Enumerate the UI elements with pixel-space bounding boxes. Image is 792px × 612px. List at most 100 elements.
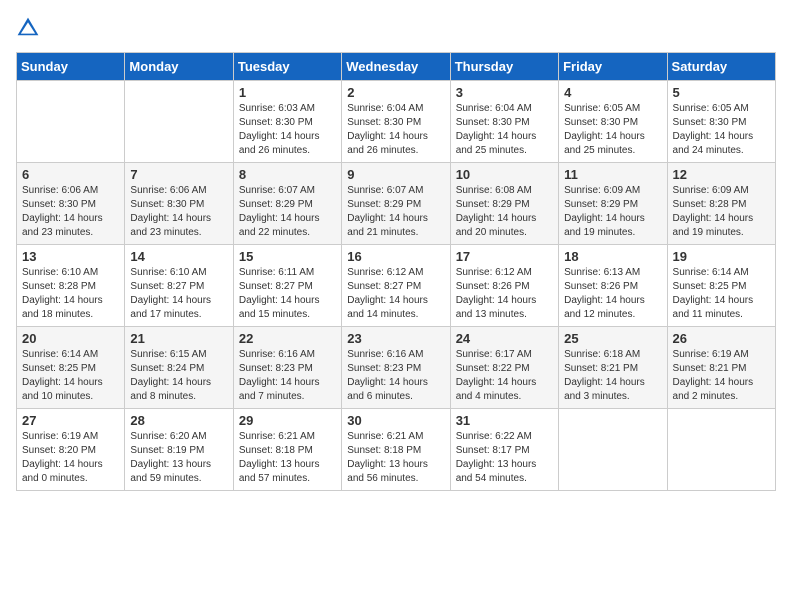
calendar-week-row: 27Sunrise: 6:19 AM Sunset: 8:20 PM Dayli… bbox=[17, 409, 776, 491]
calendar-day-cell: 13 Sunrise: 6:10 AM Sunset: 8:28 PM Dayli… bbox=[17, 245, 125, 327]
day-number: 21 bbox=[130, 331, 227, 346]
logo bbox=[16, 16, 44, 40]
day-info: Sunrise: 6:12 AM Sunset: 8:26 PM Dayligh… bbox=[456, 266, 553, 322]
calendar-day-cell: 28 Sunrise: 6:20 AM Sunset: 8:19 PM Dayli… bbox=[125, 409, 233, 491]
day-number: 26 bbox=[673, 331, 770, 346]
day-info: Sunrise: 6:03 AM Sunset: 8:30 PM Dayligh… bbox=[239, 102, 336, 158]
day-number: 11 bbox=[564, 167, 661, 182]
day-info: Sunrise: 6:22 AM Sunset: 8:17 PM Dayligh… bbox=[456, 430, 553, 486]
calendar-day-cell: 14 Sunrise: 6:10 AM Sunset: 8:27 PM Dayli… bbox=[125, 245, 233, 327]
day-info: Sunrise: 6:16 AM Sunset: 8:23 PM Dayligh… bbox=[239, 348, 336, 404]
day-info: Sunrise: 6:21 AM Sunset: 8:18 PM Dayligh… bbox=[347, 430, 444, 486]
day-of-week-header: Sunday bbox=[17, 53, 125, 81]
calendar-day-cell: 5Sunrise: 6:05 AM Sunset: 8:30 PM Daylig… bbox=[667, 81, 775, 163]
day-number: 9 bbox=[347, 167, 444, 182]
day-info: Sunrise: 6:07 AM Sunset: 8:29 PM Dayligh… bbox=[347, 184, 444, 240]
calendar-day-cell: 31 Sunrise: 6:22 AM Sunset: 8:17 PM Dayli… bbox=[450, 409, 558, 491]
day-number: 3 bbox=[456, 85, 553, 100]
day-info: Sunrise: 6:09 AM Sunset: 8:29 PM Dayligh… bbox=[564, 184, 661, 240]
calendar-week-row: 1 Sunrise: 6:03 AM Sunset: 8:30 PM Daylig… bbox=[17, 81, 776, 163]
day-info: Sunrise: 6:20 AM Sunset: 8:19 PM Dayligh… bbox=[130, 430, 227, 486]
calendar-day-cell: 2 Sunrise: 6:04 AM Sunset: 8:30 PM Daylig… bbox=[342, 81, 450, 163]
calendar-day-cell: 18 Sunrise: 6:13 AM Sunset: 8:26 PM Dayli… bbox=[559, 245, 667, 327]
calendar-week-row: 20 Sunrise: 6:14 AM Sunset: 8:25 PM Dayli… bbox=[17, 327, 776, 409]
day-info: Sunrise: 6:04 AM Sunset: 8:30 PM Dayligh… bbox=[456, 102, 553, 158]
day-info: Sunrise: 6:19 AM Sunset: 8:21 PM Dayligh… bbox=[673, 348, 770, 404]
day-number: 5 bbox=[673, 85, 770, 100]
calendar-day-cell: 7 Sunrise: 6:06 AM Sunset: 8:30 PM Daylig… bbox=[125, 163, 233, 245]
day-info: Sunrise: 6:08 AM Sunset: 8:29 PM Dayligh… bbox=[456, 184, 553, 240]
day-info: Sunrise: 6:14 AM Sunset: 8:25 PM Dayligh… bbox=[673, 266, 770, 322]
day-of-week-header: Friday bbox=[559, 53, 667, 81]
day-number: 1 bbox=[239, 85, 336, 100]
day-number: 17 bbox=[456, 249, 553, 264]
day-info: Sunrise: 6:04 AM Sunset: 8:30 PM Dayligh… bbox=[347, 102, 444, 158]
day-number: 20 bbox=[22, 331, 119, 346]
calendar-day-cell: 24Sunrise: 6:17 AM Sunset: 8:22 PM Dayli… bbox=[450, 327, 558, 409]
calendar-day-cell: 10 Sunrise: 6:08 AM Sunset: 8:29 PM Dayli… bbox=[450, 163, 558, 245]
calendar-day-cell: 20 Sunrise: 6:14 AM Sunset: 8:25 PM Dayli… bbox=[17, 327, 125, 409]
calendar-day-cell: 29Sunrise: 6:21 AM Sunset: 8:18 PM Dayli… bbox=[233, 409, 341, 491]
day-info: Sunrise: 6:19 AM Sunset: 8:20 PM Dayligh… bbox=[22, 430, 119, 486]
day-info: Sunrise: 6:11 AM Sunset: 8:27 PM Dayligh… bbox=[239, 266, 336, 322]
day-number: 23 bbox=[347, 331, 444, 346]
day-info: Sunrise: 6:18 AM Sunset: 8:21 PM Dayligh… bbox=[564, 348, 661, 404]
day-number: 15 bbox=[239, 249, 336, 264]
day-number: 4 bbox=[564, 85, 661, 100]
day-number: 7 bbox=[130, 167, 227, 182]
calendar-day-cell bbox=[559, 409, 667, 491]
day-info: Sunrise: 6:16 AM Sunset: 8:23 PM Dayligh… bbox=[347, 348, 444, 404]
day-info: Sunrise: 6:07 AM Sunset: 8:29 PM Dayligh… bbox=[239, 184, 336, 240]
day-number: 24 bbox=[456, 331, 553, 346]
day-number: 29 bbox=[239, 413, 336, 428]
calendar-day-cell: 8 Sunrise: 6:07 AM Sunset: 8:29 PM Daylig… bbox=[233, 163, 341, 245]
calendar-week-row: 6 Sunrise: 6:06 AM Sunset: 8:30 PM Daylig… bbox=[17, 163, 776, 245]
day-of-week-header: Thursday bbox=[450, 53, 558, 81]
day-info: Sunrise: 6:14 AM Sunset: 8:25 PM Dayligh… bbox=[22, 348, 119, 404]
day-of-week-header: Wednesday bbox=[342, 53, 450, 81]
day-info: Sunrise: 6:12 AM Sunset: 8:27 PM Dayligh… bbox=[347, 266, 444, 322]
day-info: Sunrise: 6:10 AM Sunset: 8:28 PM Dayligh… bbox=[22, 266, 119, 322]
day-info: Sunrise: 6:09 AM Sunset: 8:28 PM Dayligh… bbox=[673, 184, 770, 240]
calendar-table: SundayMondayTuesdayWednesdayThursdayFrid… bbox=[16, 52, 776, 491]
calendar-day-cell: 4 Sunrise: 6:05 AM Sunset: 8:30 PM Daylig… bbox=[559, 81, 667, 163]
calendar-day-cell: 19 Sunrise: 6:14 AM Sunset: 8:25 PM Dayli… bbox=[667, 245, 775, 327]
page-header bbox=[16, 16, 776, 40]
day-number: 10 bbox=[456, 167, 553, 182]
day-of-week-header: Monday bbox=[125, 53, 233, 81]
day-number: 31 bbox=[456, 413, 553, 428]
day-number: 12 bbox=[673, 167, 770, 182]
day-info: Sunrise: 6:06 AM Sunset: 8:30 PM Dayligh… bbox=[22, 184, 119, 240]
day-number: 30 bbox=[347, 413, 444, 428]
calendar-day-cell: 22 Sunrise: 6:16 AM Sunset: 8:23 PM Dayli… bbox=[233, 327, 341, 409]
calendar-day-cell: 21 Sunrise: 6:15 AM Sunset: 8:24 PM Dayli… bbox=[125, 327, 233, 409]
day-number: 28 bbox=[130, 413, 227, 428]
day-info: Sunrise: 6:10 AM Sunset: 8:27 PM Dayligh… bbox=[130, 266, 227, 322]
calendar-day-cell: 15 Sunrise: 6:11 AM Sunset: 8:27 PM Dayli… bbox=[233, 245, 341, 327]
calendar-day-cell: 30 Sunrise: 6:21 AM Sunset: 8:18 PM Dayli… bbox=[342, 409, 450, 491]
day-number: 25 bbox=[564, 331, 661, 346]
day-number: 8 bbox=[239, 167, 336, 182]
calendar-day-cell bbox=[125, 81, 233, 163]
day-number: 14 bbox=[130, 249, 227, 264]
calendar-day-cell: 26 Sunrise: 6:19 AM Sunset: 8:21 PM Dayli… bbox=[667, 327, 775, 409]
calendar-day-cell: 11 Sunrise: 6:09 AM Sunset: 8:29 PM Dayli… bbox=[559, 163, 667, 245]
day-of-week-header: Saturday bbox=[667, 53, 775, 81]
day-info: Sunrise: 6:13 AM Sunset: 8:26 PM Dayligh… bbox=[564, 266, 661, 322]
calendar-week-row: 13 Sunrise: 6:10 AM Sunset: 8:28 PM Dayli… bbox=[17, 245, 776, 327]
calendar-day-cell: 17 Sunrise: 6:12 AM Sunset: 8:26 PM Dayli… bbox=[450, 245, 558, 327]
calendar-day-cell: 16 Sunrise: 6:12 AM Sunset: 8:27 PM Dayli… bbox=[342, 245, 450, 327]
day-number: 22 bbox=[239, 331, 336, 346]
day-info: Sunrise: 6:05 AM Sunset: 8:30 PM Dayligh… bbox=[564, 102, 661, 158]
day-number: 13 bbox=[22, 249, 119, 264]
calendar-day-cell: 27Sunrise: 6:19 AM Sunset: 8:20 PM Dayli… bbox=[17, 409, 125, 491]
day-number: 18 bbox=[564, 249, 661, 264]
day-number: 2 bbox=[347, 85, 444, 100]
day-info: Sunrise: 6:06 AM Sunset: 8:30 PM Dayligh… bbox=[130, 184, 227, 240]
day-info: Sunrise: 6:15 AM Sunset: 8:24 PM Dayligh… bbox=[130, 348, 227, 404]
calendar-day-cell: 9 Sunrise: 6:07 AM Sunset: 8:29 PM Daylig… bbox=[342, 163, 450, 245]
calendar-day-cell: 12 Sunrise: 6:09 AM Sunset: 8:28 PM Dayli… bbox=[667, 163, 775, 245]
day-number: 6 bbox=[22, 167, 119, 182]
day-number: 16 bbox=[347, 249, 444, 264]
day-number: 19 bbox=[673, 249, 770, 264]
